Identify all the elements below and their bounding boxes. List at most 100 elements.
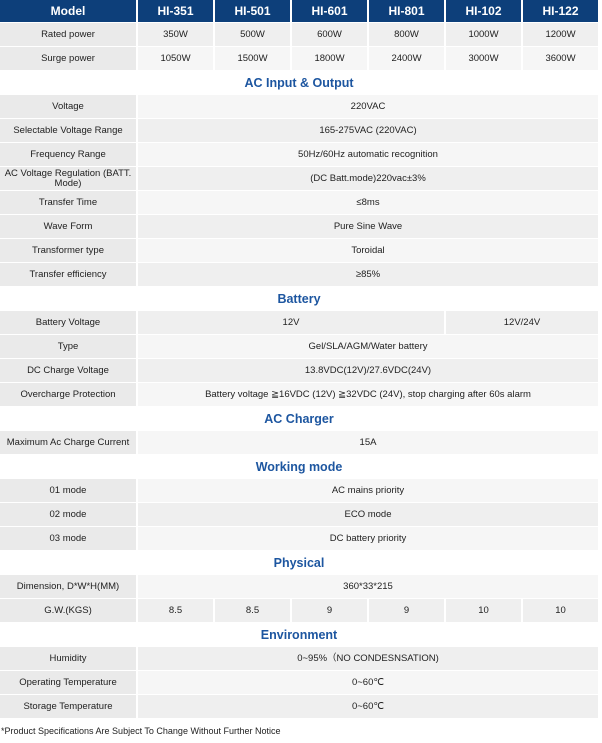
spec-label: Operating Temperature [0, 671, 136, 695]
spec-value: (DC Batt.mode)220vac±3% [138, 167, 598, 191]
spec-label: AC Voltage Regulation (BATT. Mode) [0, 167, 136, 191]
spec-label: Wave Form [0, 215, 136, 239]
spec-label: Surge power [0, 47, 136, 71]
section-title: Working mode [0, 455, 598, 479]
spec-value: 0~60℃ [138, 671, 598, 695]
spec-row: Operating Temperature 0~60℃ [0, 671, 598, 695]
spec-label: Frequency Range [0, 143, 136, 167]
section-title-row: Environment [0, 623, 598, 647]
spec-row: Transfer efficiency ≥85% [0, 263, 598, 287]
spec-row: Dimension, D*W*H(MM) 360*33*215 [0, 575, 598, 599]
spec-value: 12V/24V [446, 311, 598, 335]
spec-value: 800W [369, 23, 444, 47]
spec-row: Transfer Time ≤8ms [0, 191, 598, 215]
section-title: Battery [0, 287, 598, 311]
spec-value: 3600W [523, 47, 598, 71]
section-title-row: AC Input & Output [0, 71, 598, 95]
spec-row: Transformer type Toroidal [0, 239, 598, 263]
spec-row: Rated power 350W 500W 600W 800W 1000W 1200W [0, 23, 598, 47]
spec-value: 50Hz/60Hz automatic recognition [138, 143, 598, 167]
section-title-row: Physical [0, 551, 598, 575]
spec-row: 02 mode ECO mode [0, 503, 598, 527]
spec-value: ≥85% [138, 263, 598, 287]
spec-row: Frequency Range 50Hz/60Hz automatic recog… [0, 143, 598, 167]
spec-value: 2400W [369, 47, 444, 71]
header-model-name: HI-351 [138, 0, 213, 23]
header-model-name: HI-801 [369, 0, 444, 23]
spec-value: 0~95%（NO CONDESNSATION) [138, 647, 598, 671]
section-title: Physical [0, 551, 598, 575]
spec-value: 600W [292, 23, 367, 47]
header-model-name: HI-122 [523, 0, 598, 23]
spec-label: Battery Voltage [0, 311, 136, 335]
header-model-name: HI-601 [292, 0, 367, 23]
spec-value: Gel/SLA/AGM/Water battery [138, 335, 598, 359]
spec-value: 165-275VAC (220VAC) [138, 119, 598, 143]
spec-label: G.W.(KGS) [0, 599, 136, 623]
spec-value: 500W [215, 23, 290, 47]
spec-row: DC Charge Voltage 13.8VDC(12V)/27.6VDC(24… [0, 359, 598, 383]
spec-value: Battery voltage ≧16VDC (12V) ≧32VDC (24V… [138, 383, 598, 407]
spec-row: Storage Temperature 0~60℃ [0, 695, 598, 719]
footnote: *Product Specifications Are Subject To C… [1, 726, 281, 736]
spec-row: Voltage 220VAC [0, 95, 598, 119]
spec-label: Voltage [0, 95, 136, 119]
spec-label: Storage Temperature [0, 695, 136, 719]
spec-value: 10 [446, 599, 521, 623]
spec-row: Battery Voltage 12V 12V/24V [0, 311, 598, 335]
spec-value: 12V [138, 311, 444, 335]
spec-value: 350W [138, 23, 213, 47]
header-model-name: HI-102 [446, 0, 521, 23]
spec-value: 360*33*215 [138, 575, 598, 599]
spec-row: G.W.(KGS) 8.5 8.5 9 9 10 10 [0, 599, 598, 623]
spec-row: Maximum Ac Charge Current 15A [0, 431, 598, 455]
spec-value: 0~60℃ [138, 695, 598, 719]
section-title-row: Working mode [0, 455, 598, 479]
spec-label: 02 mode [0, 503, 136, 527]
spec-label: Transformer type [0, 239, 136, 263]
spec-label: Maximum Ac Charge Current [0, 431, 136, 455]
spec-label: Selectable Voltage Range [0, 119, 136, 143]
spec-value: ECO mode [138, 503, 598, 527]
spec-row: Type Gel/SLA/AGM/Water battery [0, 335, 598, 359]
spec-label: DC Charge Voltage [0, 359, 136, 383]
spec-value: Toroidal [138, 239, 598, 263]
spec-value: 8.5 [215, 599, 290, 623]
spec-row: AC Voltage Regulation (BATT. Mode) (DC Ba… [0, 167, 598, 191]
spec-value: Pure Sine Wave [138, 215, 598, 239]
spec-row: Selectable Voltage Range 165-275VAC (220V… [0, 119, 598, 143]
spec-label: Transfer efficiency [0, 263, 136, 287]
spec-label: 01 mode [0, 479, 136, 503]
spec-value: 1000W [446, 23, 521, 47]
section-title-row: AC Charger [0, 407, 598, 431]
spec-value: 3000W [446, 47, 521, 71]
spec-sheet: Model HI-351 HI-501 HI-601 HI-801 HI-102… [0, 0, 602, 736]
spec-value: ≤8ms [138, 191, 598, 215]
spec-label: 03 mode [0, 527, 136, 551]
spec-value: 10 [523, 599, 598, 623]
spec-row: Wave Form Pure Sine Wave [0, 215, 598, 239]
section-title-row: Battery [0, 287, 598, 311]
spec-row: Humidity 0~95%（NO CONDESNSATION) [0, 647, 598, 671]
spec-row: Overcharge Protection Battery voltage ≧16… [0, 383, 598, 407]
header-model-name: HI-501 [215, 0, 290, 23]
spec-value: 9 [369, 599, 444, 623]
spec-row: 01 mode AC mains priority [0, 479, 598, 503]
spec-label: Transfer Time [0, 191, 136, 215]
header-model-label: Model [0, 0, 136, 23]
spec-label: Humidity [0, 647, 136, 671]
section-title: AC Input & Output [0, 71, 598, 95]
spec-value: 8.5 [138, 599, 213, 623]
spec-label: Rated power [0, 23, 136, 47]
spec-value: 1500W [215, 47, 290, 71]
spec-row: 03 mode DC battery priority [0, 527, 598, 551]
spec-label: Overcharge Protection [0, 383, 136, 407]
section-title: AC Charger [0, 407, 598, 431]
section-title: Environment [0, 623, 598, 647]
spec-value: 13.8VDC(12V)/27.6VDC(24V) [138, 359, 598, 383]
spec-value: 15A [138, 431, 598, 455]
spec-value: 1800W [292, 47, 367, 71]
spec-label: Dimension, D*W*H(MM) [0, 575, 136, 599]
spec-label: Type [0, 335, 136, 359]
spec-value: 1200W [523, 23, 598, 47]
